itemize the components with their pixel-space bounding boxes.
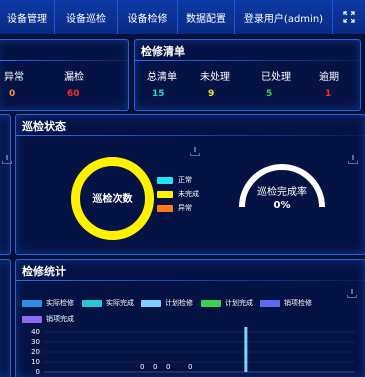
bar-data-label: 0 bbox=[166, 363, 170, 371]
bar-data-label: 0 bbox=[140, 363, 144, 371]
bar-data-label: 0 bbox=[188, 363, 192, 371]
repair-stats-chart: 0 0 0 0 bbox=[44, 327, 355, 373]
bar-data-label: 0 bbox=[153, 363, 157, 371]
bar-计划检修[interactable] bbox=[244, 327, 248, 372]
